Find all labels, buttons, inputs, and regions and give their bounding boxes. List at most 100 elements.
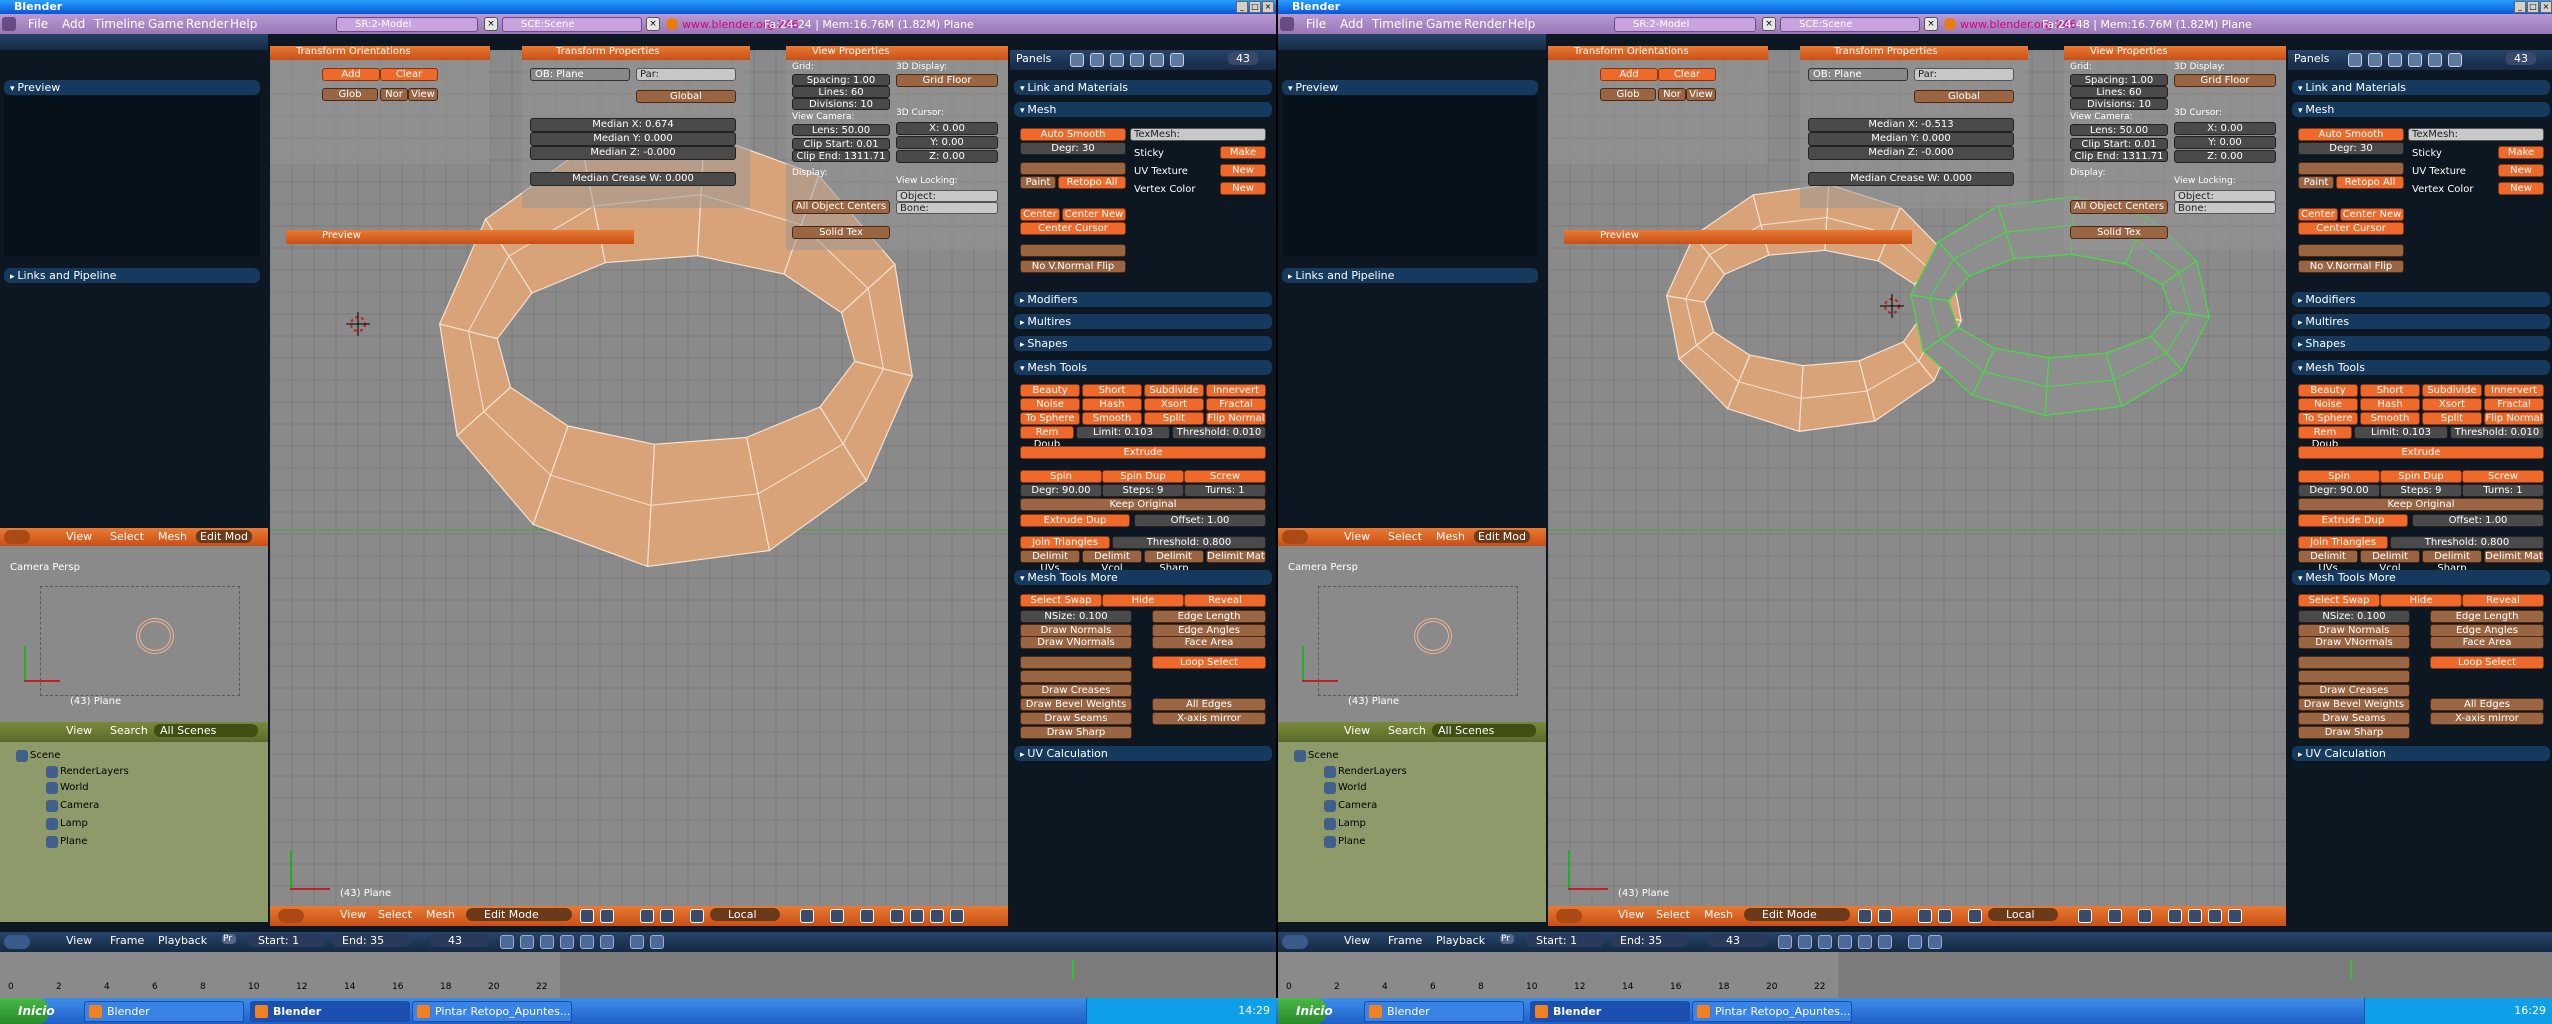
mt-smooth-button[interactable]: Smooth [2360,412,2420,425]
modifiers-header[interactable]: Modifiers [1014,292,1272,307]
no-vnormal-flip-toggle[interactable]: No V.Normal Flip [2298,260,2404,273]
center-new-button[interactable]: Center New [1062,208,1126,221]
preview-panel-header[interactable]: Preview [4,80,260,95]
rem-doub-button[interactable]: Rem Doub [1020,426,1074,450]
vp-mode-select[interactable]: Edit Mode [466,908,572,921]
header-select[interactable]: Select [1388,530,1422,543]
vcol-new-button[interactable]: New [1220,182,1266,195]
view-menu-icon[interactable] [1556,909,1582,923]
mt-smooth-button[interactable]: Smooth [1082,412,1142,425]
texmesh-field[interactable]: TexMesh: [1130,128,1266,141]
menu-help[interactable]: Help [1508,17,1535,31]
join-triangles-button[interactable]: Join Triangles [2298,536,2388,549]
spin-button[interactable]: Spin [2298,470,2380,483]
delimit-1-toggle[interactable]: Delimit Vcol [1082,550,1142,574]
decimator-field[interactable] [1020,162,1126,175]
screen-delete-icon[interactable]: × [484,17,498,31]
mesh-tools-header[interactable]: Mesh Tools [2292,360,2550,375]
timeline-pr-button[interactable]: Pr [222,934,236,944]
select-swap-button[interactable]: Select Swap [1020,594,1102,607]
context-icon-3[interactable] [2408,53,2422,67]
outliner-item-world[interactable]: World [60,782,89,793]
median-y-field[interactable]: Median Y: 0.000 [1808,132,2014,146]
context-icon-2[interactable] [2388,53,2402,67]
to-view-button[interactable]: View [408,88,438,101]
scene-select[interactable]: SCE:Scene [502,17,642,32]
toolbar-icon-10[interactable] [930,909,944,923]
playback-icon-1[interactable] [520,935,534,949]
mt-noise-button[interactable]: Noise [1020,398,1080,411]
draw-sharp-toggle[interactable]: Draw Sharp [2298,726,2410,739]
mt-innervert-button[interactable]: Innervert [2484,384,2544,397]
texmesh-field[interactable]: TexMesh: [2408,128,2544,141]
lock-object-field[interactable]: Object: [896,190,998,202]
steps-field[interactable]: Steps: 9 [2380,484,2462,497]
hide-button[interactable]: Hide [1102,594,1184,607]
context-icon-1[interactable] [2368,53,2382,67]
vp-view-menu[interactable]: View [1618,908,1644,921]
vp-mesh-menu[interactable]: Mesh [1704,908,1733,921]
screen-select[interactable]: SR:2-Model [1614,17,1756,32]
spin-dup-button[interactable]: Spin Dup [1102,470,1184,483]
auto-smooth-toggle[interactable]: Auto Smooth [1020,128,1126,141]
taskbar-item[interactable]: Blender [84,1001,244,1022]
draw-bevel-toggle[interactable]: Draw Bevel Weights [1020,698,1132,711]
median-x-field[interactable]: Median X: 0.674 [530,118,736,132]
menu-help[interactable]: Help [230,17,257,31]
auto-smooth-toggle[interactable]: Auto Smooth [2298,128,2404,141]
cursor-z-field[interactable]: Z: 0.00 [896,150,998,163]
parent-field[interactable]: Par: [1914,68,2014,81]
offset-field[interactable]: Offset: 1.00 [2412,514,2544,527]
degr90-field[interactable]: Degr: 90.00 [2298,484,2380,497]
context-icon-5[interactable] [1170,53,1184,67]
toolbar-icon-6[interactable] [830,909,844,923]
median-z-field[interactable]: Median Z: -0.000 [530,146,736,160]
playback-icon-5[interactable] [1878,935,1892,949]
toolbar-icon-2[interactable] [1918,909,1932,923]
center-new-button[interactable]: Center New [2340,208,2404,221]
menu-add[interactable]: Add [1340,17,1363,31]
grid-floor-toggle[interactable]: Grid Floor [2174,74,2276,87]
edge-length-toggle[interactable]: Edge Length [1152,610,1266,623]
current-frame-field[interactable]: 43 [430,934,490,947]
draw-faces-toggle[interactable] [2298,670,2410,683]
frame-field[interactable]: 43 [2506,52,2536,65]
mt-hash-button[interactable]: Hash [2360,398,2420,411]
draw-edges-toggle[interactable] [2298,656,2410,669]
mesh-panel-header[interactable]: Mesh [1014,102,1272,117]
vp-select-menu[interactable]: Select [378,908,412,921]
header-view[interactable]: View [66,530,92,543]
mt-flip-normal-button[interactable]: Flip Normal [2484,412,2544,425]
draw-seams-toggle[interactable]: Draw Seams [2298,712,2410,725]
toolbar-icon-3[interactable] [660,909,674,923]
toolbar-icon-6[interactable] [2108,909,2122,923]
reveal-button[interactable]: Reveal [1184,594,1266,607]
ob-name-field[interactable]: OB: Plane [530,68,630,81]
menu-game[interactable]: Game [1426,17,1462,31]
divisions-field[interactable]: Divisions: 10 [792,98,890,110]
playback-icon-0[interactable] [1778,935,1792,949]
toolbar-icon-1[interactable] [1878,909,1892,923]
outliner-item-camera[interactable]: Camera [60,800,99,811]
timeline-editor-icon[interactable] [4,935,30,949]
median-x-field[interactable]: Median X: -0.513 [1808,118,2014,132]
draw-creases-toggle[interactable]: Draw Creases [1020,684,1132,697]
draw-edges-toggle[interactable] [1020,656,1132,669]
clip-end-field[interactable]: Clip End: 1311.71 [2070,150,2168,162]
toolbar-icon-1[interactable] [600,909,614,923]
menu-game[interactable]: Game [148,17,184,31]
divisions-field[interactable]: Divisions: 10 [2070,98,2168,110]
maximize-button[interactable]: □ [1249,1,1261,13]
mt-subdivide-button[interactable]: Subdivide [2422,384,2482,397]
xaxis-mirror-toggle[interactable]: X-axis mirror [1152,712,1266,725]
toolbar-icon-11[interactable] [2228,909,2242,923]
minimize-button[interactable]: _ [2514,1,2526,13]
mt-split-button[interactable]: Split [1144,412,1204,425]
playback-icon-3[interactable] [560,935,574,949]
editor-type-icon[interactable] [2,17,16,31]
limit-field[interactable]: Limit: 0.103 [1076,426,1170,439]
mt-short-button[interactable]: Short [2360,384,2420,397]
toolbar-icon-7[interactable] [860,909,874,923]
menu-timeline[interactable]: Timeline [94,17,145,31]
lock-object-field[interactable]: Object: [2174,190,2276,202]
